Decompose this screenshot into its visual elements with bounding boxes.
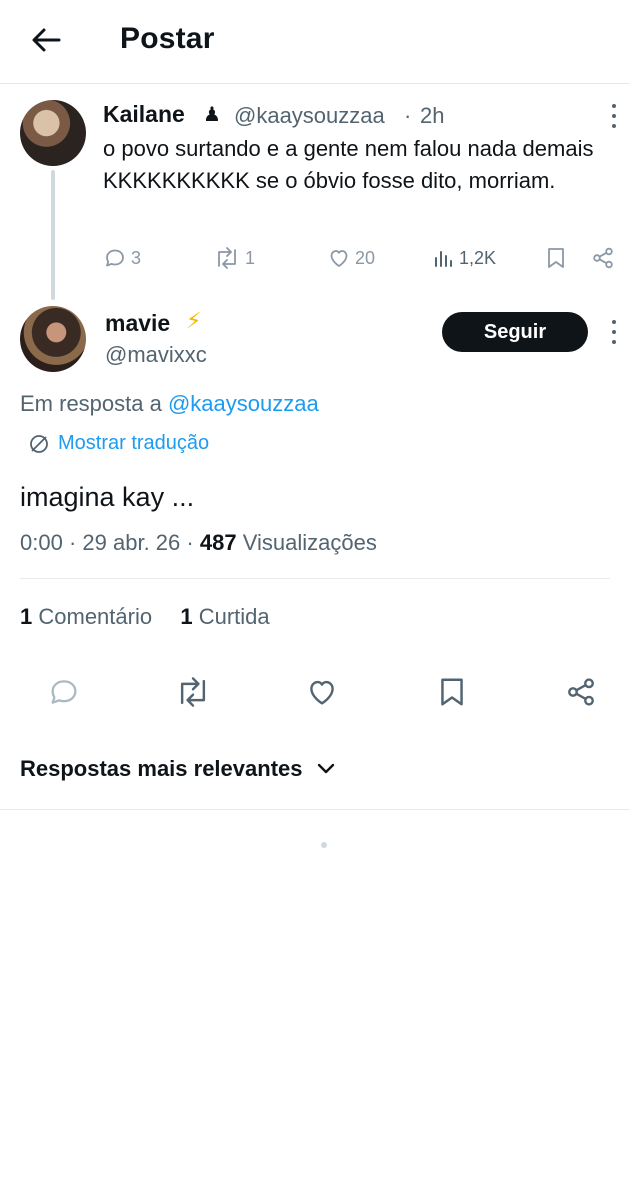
repost-button[interactable] [173,672,213,712]
separator-dot: · [404,103,412,128]
like-button[interactable] [302,672,342,712]
reply-prefix: Em resposta a [20,391,162,416]
heart-icon [330,250,348,267]
divider [20,578,610,579]
parent-like-count: 20 [355,247,376,268]
comment-icon [106,249,124,267]
comments-count: 1 [20,604,33,629]
parent-post-actions: 3 1 20 1,2K [103,242,623,274]
thread-line [51,170,55,300]
post-stats: 1 Comentário 1 Curtida [20,604,270,630]
share-button[interactable] [561,672,601,712]
reply-mention-link[interactable]: @kaaysouzzaa [168,391,319,416]
post-time[interactable]: 0:00 [20,530,63,555]
post-date[interactable]: 29 abr. 26 [82,530,180,555]
show-translation-label: Mostrar tradução [58,432,210,454]
parent-author-handle[interactable]: @kaaysouzzaa [234,103,385,129]
parent-post-time[interactable]: 2h [420,103,444,129]
more-options-icon[interactable] [608,104,620,128]
avatar-mavie[interactable] [20,306,86,372]
loading-indicator [321,842,327,848]
post-actions [0,668,630,716]
reply-context: Em resposta a @kaaysouzzaa [20,391,319,417]
parent-author-name[interactable]: Kailane [103,101,185,128]
author-handle[interactable]: @mavixxc [105,342,207,368]
lightning-bolt-icon: ⚡ [186,308,202,333]
translate-icon [30,434,48,453]
bookmark-button[interactable] [432,672,472,712]
parent-repost-button[interactable]: 1 [213,242,255,274]
follow-button[interactable]: Seguir [442,312,588,352]
chevron-down-icon [317,763,334,774]
more-options-icon[interactable] [608,320,620,344]
replies-sort-dropdown[interactable]: Respostas mais relevantes [20,756,335,782]
avatar-kailane[interactable] [20,100,86,166]
parent-views-count: 1,2K [459,247,497,268]
arrow-left-icon [32,28,61,52]
post-meta: 0:00 · 29 abr. 26 · 487 Visualizações [20,530,377,555]
share-icon [568,678,594,706]
page-title: Postar [120,22,215,55]
parent-bookmark-button[interactable] [545,242,567,274]
views-label: Visualizações [242,530,377,555]
post-text: imagina kay ... [20,482,195,512]
share-icon [593,247,613,269]
chess-pawn-icon: ♟ [203,104,221,126]
show-translation-button[interactable]: Mostrar tradução [28,432,209,455]
parent-like-button[interactable]: 20 [327,242,375,274]
back-button[interactable] [26,22,66,58]
divider [0,809,630,810]
likes-count: 1 [180,604,193,629]
parent-views-button[interactable]: 1,2K [433,242,496,274]
views-count: 487 [199,530,237,555]
comment-icon [51,680,77,704]
author-name[interactable]: mavie [105,310,170,337]
parent-reply-button[interactable]: 3 [103,242,141,274]
repost-icon [180,677,206,707]
parent-post-text: o povo surtando e a gente nem falou nada… [103,136,594,193]
bookmark-icon [548,248,564,268]
heart-icon [310,680,334,705]
parent-repost-count: 1 [245,247,256,268]
analytics-icon [435,251,452,267]
replies-sort-label: Respostas mais relevantes [20,756,303,781]
parent-reply-count: 3 [131,247,142,268]
repost-icon [218,247,236,269]
bookmark-icon [441,678,463,706]
likes-label: Curtida [198,604,270,629]
comments-stat[interactable]: 1 Comentário [20,604,152,629]
comments-label: Comentário [38,604,153,629]
reply-button[interactable] [44,672,84,712]
top-bar: Postar [0,0,630,84]
parent-share-button[interactable] [591,242,615,274]
likes-stat[interactable]: 1 Curtida [180,604,269,629]
